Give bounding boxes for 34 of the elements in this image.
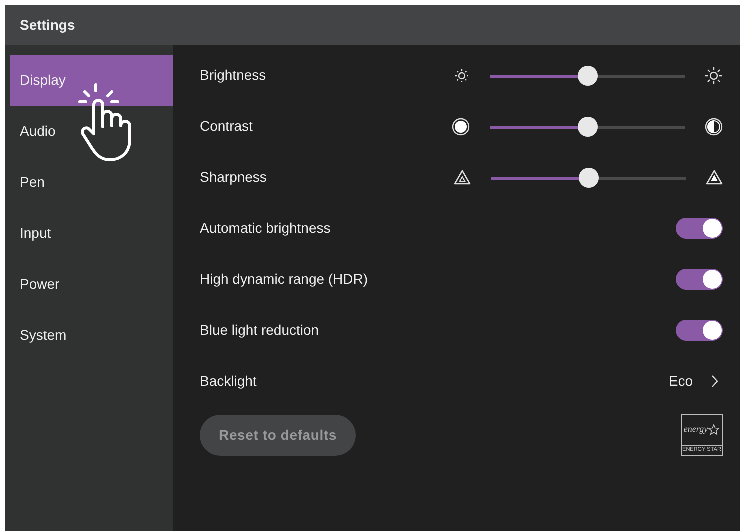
chevron-right-icon[interactable] — [711, 375, 719, 388]
setting-label: Contrast — [200, 117, 254, 136]
sidebar-item[interactable]: Power — [5, 259, 173, 310]
setting-label: Brightness — [200, 66, 268, 85]
slider[interactable] — [490, 66, 685, 86]
toggle-switch[interactable] — [676, 218, 723, 239]
filled-circle-icon — [452, 118, 470, 136]
half-circle-icon — [705, 118, 723, 136]
triangle-icon — [454, 170, 471, 185]
star-icon — [708, 424, 720, 436]
toggle-switch[interactable] — [676, 320, 723, 341]
slider[interactable] — [490, 116, 685, 136]
slider[interactable] — [491, 168, 686, 188]
triangle-icon — [706, 170, 723, 185]
sidebar-item[interactable]: Display — [10, 55, 173, 106]
setting-label: Blue light reduction — [200, 321, 320, 340]
sidebar-item[interactable]: System — [5, 310, 173, 361]
setting-label: Automatic brightness — [200, 219, 332, 238]
slider-thumb[interactable] — [578, 168, 598, 188]
sidebar-item[interactable]: Pen — [5, 157, 173, 208]
sun-icon — [454, 68, 470, 84]
slider-thumb[interactable] — [578, 66, 598, 86]
sidebar-item[interactable]: Audio — [5, 106, 173, 157]
hand-cursor-icon — [78, 82, 134, 162]
sun-icon — [705, 66, 723, 84]
setting-label: Sharpness — [200, 168, 268, 187]
logo-script: energy — [684, 423, 708, 436]
sidebar-item[interactable]: Input — [5, 208, 173, 259]
window-title: Settings — [20, 16, 76, 35]
setting-value: Eco — [668, 372, 693, 391]
setting-label: Backlight — [200, 372, 258, 391]
toggle-switch[interactable] — [676, 269, 723, 290]
slider-thumb[interactable] — [578, 116, 598, 136]
setting-label: High dynamic range (HDR) — [200, 270, 370, 289]
